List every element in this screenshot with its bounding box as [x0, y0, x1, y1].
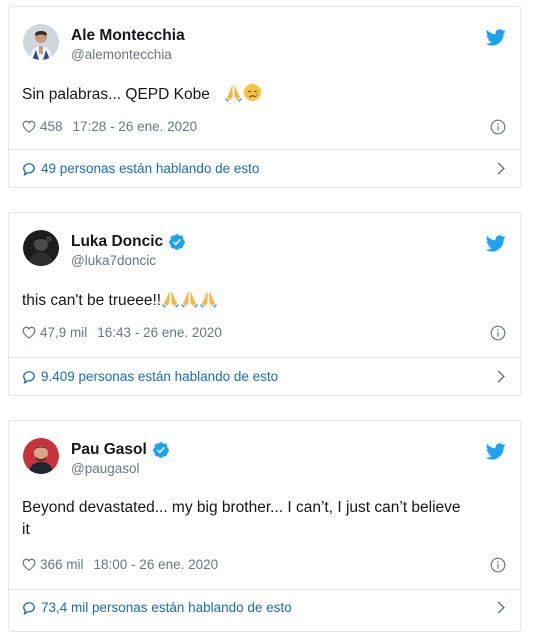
tweet-timestamp[interactable]: 18:00 - 26 ene. 2020	[94, 557, 219, 572]
conversation-link[interactable]: 73,4 mil personas están hablando de esto	[22, 600, 506, 615]
folded-hands-emoji-icon	[224, 83, 243, 102]
folded-hands-emoji-icon	[199, 289, 218, 308]
conversation-link[interactable]: 49 personas están hablando de esto	[22, 161, 506, 176]
avatar-image-icon	[23, 438, 59, 474]
chevron-right-icon[interactable]	[496, 161, 506, 176]
conversation-link[interactable]: 9.409 personas están hablando de esto	[22, 369, 506, 384]
avatar[interactable]	[23, 230, 59, 266]
display-name[interactable]: Pau Gasol	[71, 441, 170, 459]
divider	[9, 149, 520, 150]
twitter-logo-icon[interactable]	[486, 443, 506, 460]
divider	[9, 589, 520, 590]
tweet-card[interactable]: Luka Doncic @luka7doncic this can't be t…	[8, 212, 521, 396]
tweet-timestamp[interactable]: 17:28 - 26 ene. 2020	[73, 119, 198, 134]
info-icon[interactable]	[490, 557, 506, 573]
folded-hands-emoji-icon	[161, 289, 180, 308]
avatar-image-icon	[23, 24, 59, 60]
heart-icon[interactable]	[22, 326, 36, 339]
tweet-card[interactable]: Ale Montecchia @alemontecchia Sin palabr…	[8, 6, 521, 188]
like-count: 458	[40, 119, 63, 134]
like-count: 366 mil	[40, 557, 84, 572]
folded-hands-emoji-icon	[180, 289, 199, 308]
chevron-right-icon[interactable]	[496, 369, 506, 384]
user-handle[interactable]: @luka7doncic	[71, 253, 156, 268]
reply-bubble-icon	[22, 601, 36, 615]
twitter-logo-icon[interactable]	[486, 29, 506, 46]
divider	[9, 357, 520, 358]
info-icon[interactable]	[490, 119, 506, 135]
tweet-meta: 47,9 mil 16:43 - 26 ene. 2020	[22, 325, 506, 340]
info-icon[interactable]	[490, 325, 506, 341]
like-count: 47,9 mil	[40, 325, 88, 340]
tweet-meta: 366 mil 18:00 - 26 ene. 2020	[22, 557, 506, 572]
heart-icon[interactable]	[22, 120, 36, 133]
sad-face-emoji-icon	[243, 83, 262, 102]
user-handle[interactable]: @paugasol	[71, 461, 140, 476]
tweet-card[interactable]: Pau Gasol @paugasol Beyond devastated...…	[8, 420, 521, 632]
reply-bubble-icon	[22, 162, 36, 176]
avatar-image-icon	[23, 230, 59, 266]
user-handle[interactable]: @alemontecchia	[71, 47, 172, 62]
chevron-right-icon[interactable]	[496, 600, 506, 615]
tweet-text: this can't be trueee!!	[22, 289, 506, 312]
verified-badge-icon	[152, 441, 170, 459]
avatar[interactable]	[23, 438, 59, 474]
tweet-text: Beyond devastated... my big brother... I…	[22, 499, 461, 538]
twitter-logo-icon[interactable]	[486, 235, 506, 252]
heart-icon[interactable]	[22, 558, 36, 571]
verified-badge-icon	[168, 233, 186, 251]
display-name[interactable]: Ale Montecchia	[71, 27, 185, 45]
reply-bubble-icon	[22, 370, 36, 384]
tweet-meta: 458 17:28 - 26 ene. 2020	[22, 119, 506, 134]
display-name[interactable]: Luka Doncic	[71, 233, 186, 251]
tweet-timestamp[interactable]: 16:43 - 26 ene. 2020	[97, 325, 222, 340]
tweet-text: Sin palabras... QEPD Kobe	[22, 83, 506, 106]
avatar[interactable]	[23, 24, 59, 60]
